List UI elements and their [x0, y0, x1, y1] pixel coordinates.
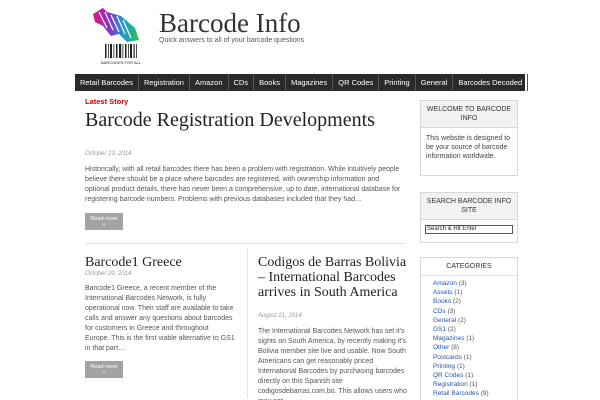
nav-item-magazines[interactable]: Magazines: [286, 74, 334, 91]
search-input[interactable]: Search & Hit Enter: [425, 225, 513, 234]
greece-read-more-button[interactable]: Read more »: [85, 361, 123, 378]
category-count: (3): [458, 280, 467, 287]
category-link[interactable]: Amazon: [433, 280, 457, 287]
category-count: (9): [480, 390, 489, 398]
category-link[interactable]: Retail Barcodes: [433, 390, 479, 397]
category-item: Postcards (1): [421, 353, 517, 362]
category-link[interactable]: CDs: [433, 308, 446, 315]
post-date-barcode1-greece: October 20, 2014: [85, 271, 132, 277]
logo-text: BARCODES FOR ALL: [101, 60, 142, 65]
category-count: (1): [469, 381, 478, 389]
category-count: (2): [457, 316, 466, 324]
category-count: (1): [454, 289, 463, 297]
category-count: (1): [463, 353, 472, 361]
category-link[interactable]: Other: [433, 344, 449, 351]
category-count: (2): [447, 326, 456, 334]
nav-item-retail-barcodes[interactable]: Retail Barcodes: [75, 74, 139, 91]
category-count: (3): [447, 307, 456, 315]
category-link[interactable]: Assets: [433, 289, 453, 296]
category-item: Printing (1): [421, 362, 517, 371]
featured-post-excerpt: Historically, with all retail barcodes t…: [85, 166, 401, 203]
post-title-codigos-bolivia[interactable]: Codigos de Barras Bolivia – Internationa…: [258, 255, 408, 300]
site-header: BARCODES FOR ALL Barcode Info Quick answ…: [75, 0, 525, 72]
zebra-barcode-logo[interactable]: BARCODES FOR ALL: [81, 6, 153, 66]
category-link[interactable]: Postcards: [433, 354, 462, 361]
category-link[interactable]: Magazines: [433, 335, 464, 342]
category-item: Amazon (3): [421, 279, 517, 288]
category-link[interactable]: General: [433, 317, 456, 324]
site-title[interactable]: Barcode Info: [159, 8, 301, 39]
category-count: (8): [451, 344, 460, 352]
category-link[interactable]: QR Codes: [433, 372, 463, 379]
category-item: Assets (1): [421, 288, 517, 297]
category-item: Retail Barcodes (9): [421, 389, 517, 398]
categories-widget: CATEGORIES Amazon (3) Assets (1) Books (…: [420, 257, 518, 400]
category-count: (2): [452, 298, 461, 306]
post-divider: [85, 243, 405, 244]
category-item: Registration (1): [421, 380, 517, 389]
double-chevron-icon: »: [102, 370, 106, 376]
featured-post-title[interactable]: Barcode Registration Developments: [85, 110, 405, 131]
welcome-widget: WELCOME TO BARCODE INFO This website is …: [420, 100, 518, 176]
categories-widget-title: CATEGORIES: [421, 258, 517, 276]
category-link[interactable]: Books: [433, 298, 451, 305]
category-item: Other (8): [421, 343, 517, 352]
category-item: CDs (3): [421, 307, 517, 316]
nav-item-registration[interactable]: Registration: [139, 74, 190, 91]
main-content: Latest Story Barcode Registration Develo…: [75, 92, 415, 400]
category-item: Books (2): [421, 297, 517, 306]
search-widget: SEARCH BARCODE INFO SITE Search & Hit En…: [420, 192, 518, 243]
featured-read-more-button[interactable]: Read more »: [85, 213, 123, 230]
featured-post-date: October 23, 2014: [85, 151, 132, 157]
category-count: (1): [465, 372, 474, 380]
welcome-widget-title: WELCOME TO BARCODE INFO: [421, 101, 517, 128]
post-title-barcode1-greece[interactable]: Barcode1 Greece: [85, 255, 235, 271]
post-date-codigos-bolivia: August 21, 2014: [258, 313, 302, 319]
main-nav: Retail Barcodes Registration Amazon CDs …: [75, 74, 529, 91]
latest-story-label: Latest Story: [85, 97, 129, 106]
post-excerpt-codigos-bolivia: The International Barcodes Network has s…: [258, 328, 407, 400]
nav-item-barcodes-decoded[interactable]: Barcodes Decoded: [453, 74, 529, 91]
category-item: General (2): [421, 316, 517, 325]
category-link[interactable]: Printing: [433, 363, 455, 370]
category-item: GS1 (2): [421, 325, 517, 334]
category-link[interactable]: Registration: [433, 381, 468, 388]
nav-item-general[interactable]: General: [416, 74, 454, 91]
nav-item-amazon[interactable]: Amazon: [190, 74, 229, 91]
column-divider: [247, 248, 248, 398]
nav-item-qr-codes[interactable]: QR Codes: [333, 74, 380, 91]
nav-item-printing[interactable]: Printing: [379, 74, 416, 91]
category-count: (1): [466, 335, 475, 343]
welcome-widget-body: This website is designed to be your sour…: [426, 135, 511, 160]
post-excerpt-barcode1-greece: Barcode1 Greece, a recent member of the …: [85, 285, 235, 352]
category-link[interactable]: GS1: [433, 326, 446, 333]
nav-item-books[interactable]: Books: [254, 74, 286, 91]
category-item: QR Codes (1): [421, 371, 517, 380]
site-tagline: Quick answers to all of your barcode que…: [159, 37, 305, 44]
category-count: (1): [456, 362, 465, 370]
double-chevron-icon: »: [102, 222, 106, 228]
categories-list: Amazon (3) Assets (1) Books (2) CDs (3) …: [421, 276, 517, 399]
category-item: Magazines (1): [421, 334, 517, 343]
nav-item-cds[interactable]: CDs: [229, 74, 255, 91]
search-widget-title: SEARCH BARCODE INFO SITE: [421, 193, 517, 220]
